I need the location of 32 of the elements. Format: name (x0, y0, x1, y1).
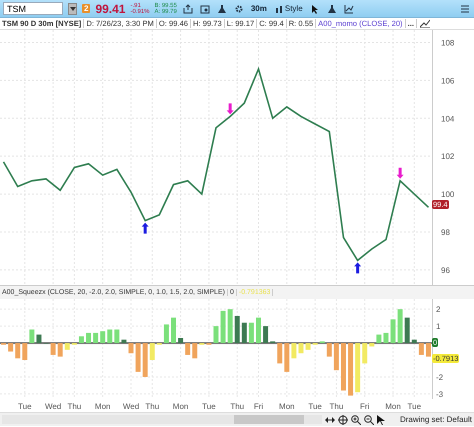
axis-label: Tue (308, 402, 322, 411)
axis-label: Mon (172, 402, 188, 411)
interval-button[interactable]: 30m (250, 2, 268, 16)
symbol-field[interactable]: TSM (3, 2, 63, 15)
axis-label: 106 (441, 76, 454, 86)
axis-label: Mon (279, 402, 295, 411)
axis-label: Thu (330, 402, 344, 411)
style-button[interactable]: Style (272, 2, 304, 16)
axis-label: 2 (436, 305, 440, 314)
axis-label: 108 (441, 38, 454, 48)
axis-label: Thu (145, 402, 160, 411)
axis-label: 102 (441, 152, 454, 162)
axis-label: Tue (202, 402, 216, 411)
axis-label: Thu (67, 402, 82, 411)
axis-label: Wed (44, 402, 62, 411)
axis-label: -3 (436, 390, 444, 399)
axis-label: 104 (441, 114, 454, 124)
axis-label: Wed (122, 402, 140, 411)
axis-label: Tue (408, 402, 422, 411)
axis-label: 98 (441, 228, 450, 237)
axis-label: Fri (360, 402, 370, 411)
axis-label: Tue (18, 402, 32, 411)
axis-label: Fri (254, 402, 264, 411)
axis-label: Mon (385, 402, 401, 411)
axis-label: Thu (230, 402, 244, 411)
axis-label: 96 (441, 266, 450, 275)
axis-label: 1 (436, 322, 440, 332)
last-price: 99.41 (95, 2, 126, 16)
axis-label: Mon (94, 402, 110, 411)
drawing-set-label[interactable]: Drawing set: Default (400, 415, 472, 424)
axis-label: -2 (436, 372, 444, 382)
axis-label: 100 (441, 190, 454, 200)
